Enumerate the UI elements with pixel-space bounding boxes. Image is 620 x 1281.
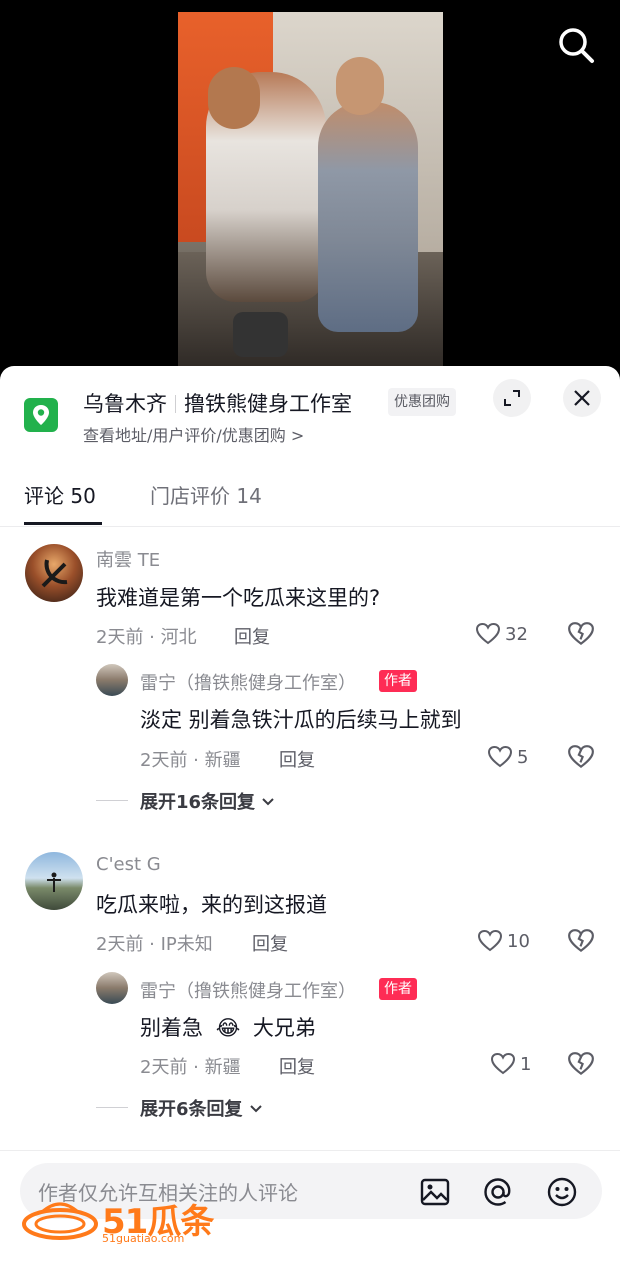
reply-meta: 2天前 · 新疆 [140, 1057, 241, 1078]
reply-text: 别着急 😂 大兄弟 [140, 1012, 316, 1042]
heart-icon [475, 622, 501, 645]
image-icon [420, 1178, 450, 1206]
avatar[interactable] [25, 852, 83, 910]
avatar[interactable] [96, 664, 128, 696]
heart-icon [477, 929, 503, 952]
comment-meta: 2天前 · IP未知 [96, 934, 213, 955]
expand-button[interactable] [493, 379, 531, 417]
reply-text-part: 别着急 [140, 1016, 203, 1040]
tab-divider [0, 526, 620, 527]
shop-city: 乌鲁木齐 [83, 392, 167, 416]
expand-replies-button[interactable]: 展开16条回复 [140, 788, 275, 814]
mention-button[interactable] [481, 1175, 515, 1209]
image-button[interactable] [418, 1175, 452, 1209]
shop-subtitle-link[interactable]: 查看地址/用户评价/优惠团购 > [83, 422, 304, 446]
reply-text: 淡定 别着急铁汁瓜的后续马上就到 [140, 708, 462, 732]
broken-heart-icon [568, 1052, 594, 1076]
heart-icon [490, 1052, 516, 1075]
search-button[interactable] [555, 24, 599, 68]
expand-replies-label: 展开16条回复 [140, 792, 256, 813]
reply-button[interactable]: 回复 [279, 1053, 315, 1079]
avatar[interactable] [25, 544, 83, 602]
watermark-url: 51guatiao.com [102, 1232, 185, 1245]
comment-text: 吃瓜来啦，来的到这报道 [96, 893, 327, 917]
like-count: 32 [505, 623, 528, 645]
shop-name: 撸铁熊健身工作室 [184, 392, 352, 416]
reply-username[interactable]: 雷宁（撸铁熊健身工作室） [140, 977, 356, 1003]
comment-sheet: 乌鲁木齐 撸铁熊健身工作室 优惠团购 查看地址/用户评价/优惠团购 > 评论 50… [0, 366, 620, 1280]
comment-username[interactable]: 南雲 TE [96, 546, 160, 572]
comment-meta: 2天前 · 河北 [96, 627, 197, 648]
author-badge: 作者 [379, 978, 417, 1000]
deal-tag[interactable]: 优惠团购 [388, 388, 456, 416]
dislike-button[interactable] [567, 1050, 595, 1078]
dislike-button[interactable] [567, 620, 595, 648]
comment-username[interactable]: C'est G [96, 854, 161, 875]
dislike-button[interactable] [567, 743, 595, 771]
avatar-emblem-icon [41, 559, 68, 588]
like-count: 10 [507, 930, 530, 952]
watermark-logo-icon [22, 1202, 98, 1240]
reply-button[interactable]: 回复 [279, 746, 315, 772]
like-count: 1 [520, 1053, 532, 1075]
dislike-button[interactable] [567, 927, 595, 955]
reply-meta: 2天前 · 新疆 [140, 750, 241, 771]
reply-button[interactable]: 回复 [252, 930, 288, 956]
video-area[interactable] [0, 0, 620, 380]
expand-divider [96, 1107, 128, 1108]
video-frame[interactable] [178, 12, 443, 367]
broken-heart-icon [568, 622, 594, 646]
expand-replies-button[interactable]: 展开6条回复 [140, 1095, 263, 1121]
laughing-emoji-icon: 😂 [215, 1016, 241, 1040]
emoji-button[interactable] [545, 1175, 579, 1209]
like-button[interactable]: 1 [490, 1050, 531, 1078]
close-icon [574, 390, 590, 406]
close-button[interactable] [563, 379, 601, 417]
chevron-down-icon [250, 1105, 262, 1113]
like-count: 5 [517, 746, 529, 768]
heart-icon [487, 745, 513, 768]
chevron-down-icon [262, 798, 275, 806]
video-dumbbell [233, 312, 288, 357]
tab-store-reviews[interactable]: 门店评价 14 [150, 480, 262, 509]
avatar-figure-icon [47, 872, 61, 892]
expand-icon [504, 390, 520, 406]
video-person-spotter [318, 102, 418, 332]
reply-username[interactable]: 雷宁（撸铁熊健身工作室） [140, 669, 356, 695]
expand-replies-label: 展开6条回复 [140, 1099, 243, 1120]
author-badge: 作者 [379, 670, 417, 692]
tab-active-indicator [24, 522, 102, 525]
video-person-seated-head [208, 67, 260, 129]
broken-heart-icon [568, 745, 594, 769]
like-button[interactable]: 5 [487, 743, 528, 771]
at-icon [484, 1178, 511, 1206]
site-watermark: 51瓜条 51guatiao.com [20, 1190, 220, 1246]
like-button[interactable]: 32 [475, 620, 528, 648]
tab-comments[interactable]: 评论 50 [24, 480, 96, 509]
comment-text: 我难道是第一个吃瓜来这里的? [96, 586, 381, 610]
shop-title[interactable]: 乌鲁木齐 撸铁熊健身工作室 [83, 388, 352, 418]
reply-button[interactable]: 回复 [234, 623, 270, 649]
avatar[interactable] [96, 972, 128, 1004]
video-person-spotter-head [336, 57, 384, 115]
title-separator [175, 395, 176, 413]
location-pin-icon[interactable] [24, 398, 58, 432]
emoji-icon [547, 1177, 577, 1207]
expand-divider [96, 800, 128, 801]
like-button[interactable]: 10 [477, 927, 530, 955]
reply-text-part: 大兄弟 [252, 1016, 316, 1040]
search-icon [559, 28, 594, 63]
broken-heart-icon [568, 929, 594, 953]
